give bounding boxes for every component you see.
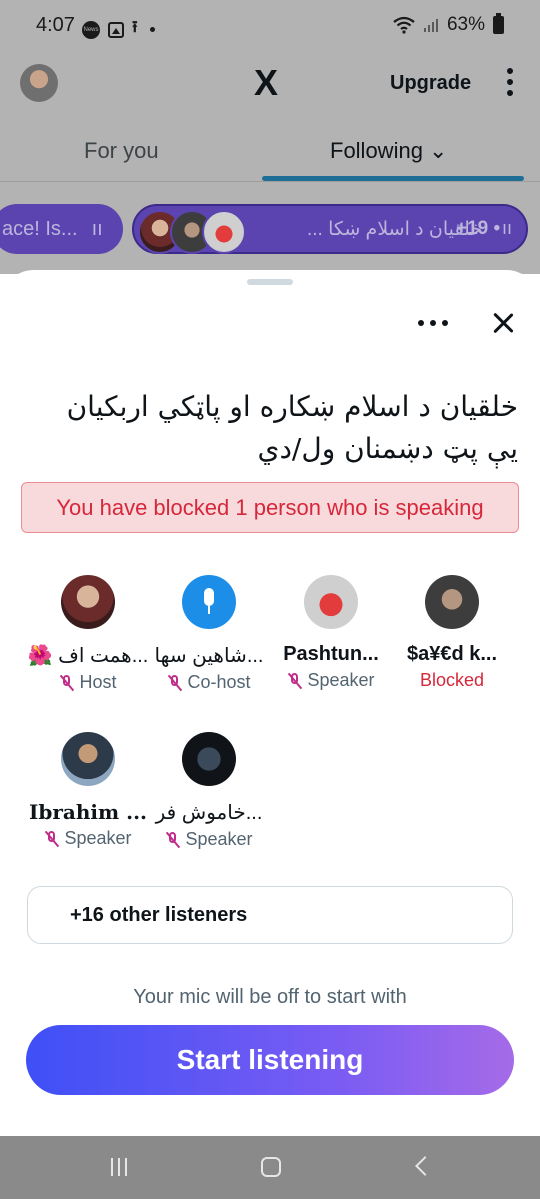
status-time: 4:07 xyxy=(36,14,75,36)
gallery-icon xyxy=(108,21,124,38)
recent-apps-icon[interactable] xyxy=(111,1158,127,1176)
participant-role: Speaker xyxy=(269,670,393,691)
tab-for-you[interactable]: For you xyxy=(84,138,159,164)
app-header: X Upgrade For you Following ⌄ ace! Is...… xyxy=(0,52,540,274)
header-divider xyxy=(0,181,540,182)
battery-icon xyxy=(493,13,504,34)
participant-name: 🌺 همت اف... xyxy=(27,645,149,667)
other-listeners-button[interactable]: +16 other listeners xyxy=(27,886,513,944)
participant-role: Speaker xyxy=(147,829,271,850)
start-listening-button[interactable]: Start listening xyxy=(26,1025,514,1095)
audio-eq-icon: ıı xyxy=(502,218,513,238)
space-bottom-sheet: خلقیان د اسلام ښکاره او پاټکي اربکیان يې… xyxy=(0,270,540,1136)
space-title: خلقیان د اسلام ښکاره او پاټکي اربکیان يې… xyxy=(66,390,518,465)
close-icon[interactable] xyxy=(490,310,516,336)
participant-card[interactable]: Ibrahim ... Speaker xyxy=(26,732,150,849)
avatar xyxy=(182,732,236,786)
news-app-icon: News xyxy=(82,20,100,39)
space-pill-previous[interactable]: ace! Is... ıı xyxy=(0,204,123,254)
back-icon[interactable] xyxy=(415,1156,435,1176)
participant-role-label: Speaker xyxy=(307,670,375,690)
participant-name: Ibrahim ... xyxy=(29,800,147,824)
more-vertical-icon[interactable] xyxy=(505,68,515,96)
participant-role-label: Blocked xyxy=(419,670,485,690)
mic-off-note: Your mic will be off to start with xyxy=(133,986,407,1008)
participant-name: Pashtun... xyxy=(283,643,379,665)
participant-name: $a¥€d k... xyxy=(406,643,498,665)
mic-off-icon xyxy=(167,674,183,692)
participant-role-label: Co-host xyxy=(187,672,251,692)
system-nav-bar xyxy=(0,1136,540,1199)
participant-card[interactable]: $a¥€d k... Blocked xyxy=(390,575,514,691)
participant-role: Host xyxy=(26,672,150,693)
mic-off-icon xyxy=(287,672,303,690)
space-pill-text: ace! Is... xyxy=(2,217,78,240)
avatar xyxy=(61,732,115,786)
avatar xyxy=(202,210,246,254)
participant-role-label: Speaker xyxy=(185,829,253,849)
microphone-icon xyxy=(202,588,216,616)
status-bar: 4:07 News ⭱ 63% xyxy=(0,0,540,52)
profile-avatar[interactable] xyxy=(20,64,58,102)
tab-following[interactable]: Following ⌄ xyxy=(330,138,447,164)
avatar xyxy=(425,575,479,629)
participant-card[interactable]: 🌺 همت اف... Host xyxy=(26,575,150,693)
battery-percent: 63% xyxy=(446,14,485,35)
participant-role-label: Speaker xyxy=(64,828,132,848)
more-options-icon[interactable] xyxy=(418,320,448,326)
notification-icons: News ⭱ xyxy=(82,16,155,43)
signal-icon xyxy=(423,19,438,32)
space-pill-text: خلقیان د اسلام ښکا ... xyxy=(306,219,482,240)
avatar xyxy=(304,575,358,629)
sheet-drag-handle[interactable] xyxy=(247,279,293,285)
upgrade-button[interactable]: Upgrade xyxy=(390,72,471,95)
participant-card[interactable]: شاهین سها... Co-host xyxy=(147,575,271,693)
audio-eq-icon: ıı xyxy=(91,217,103,240)
participant-name: شاهین سها... xyxy=(154,645,264,667)
status-right: 63% xyxy=(393,13,504,36)
space-pill-avatars xyxy=(138,210,246,254)
mic-off-icon xyxy=(44,830,60,848)
participant-name: خاموش فر... xyxy=(155,802,263,824)
participant-role: Speaker xyxy=(26,828,150,849)
space-pill-count: +19 • xyxy=(456,218,501,239)
wifi-icon xyxy=(393,16,415,34)
home-icon[interactable] xyxy=(261,1157,281,1177)
participant-card[interactable]: Pashtun... Speaker xyxy=(269,575,393,691)
participant-role-label: Host xyxy=(79,672,117,692)
avatar xyxy=(182,575,236,629)
upload-icon: ⭱ xyxy=(132,19,138,36)
participant-role: Blocked xyxy=(390,670,514,691)
x-logo: X xyxy=(254,62,279,103)
mic-off-icon xyxy=(165,831,181,849)
blocked-warning-banner: You have blocked 1 person who is speakin… xyxy=(21,482,519,533)
space-pill-current[interactable]: خلقیان د اسلام ښکا ... +19 • ıı xyxy=(132,204,528,254)
participant-card[interactable]: خاموش فر... Speaker xyxy=(147,732,271,850)
more-notifications-dot-icon xyxy=(149,27,155,32)
mic-off-icon xyxy=(59,674,75,692)
avatar xyxy=(61,575,115,629)
participant-role: Co-host xyxy=(147,672,271,693)
